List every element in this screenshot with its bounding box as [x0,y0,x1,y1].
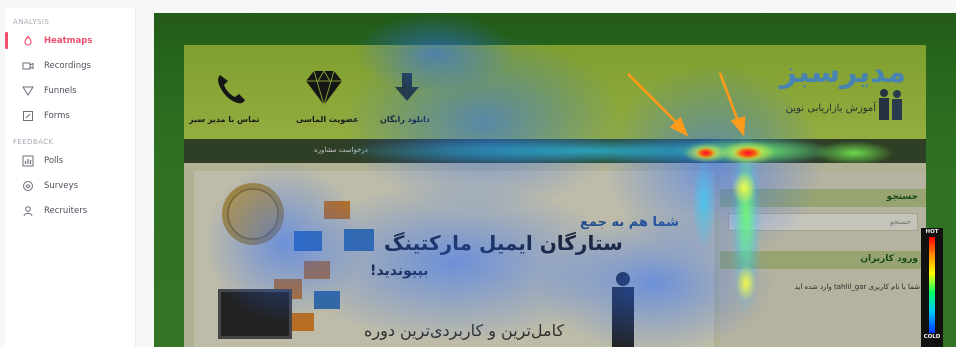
person-image [612,272,634,347]
sidebar-item-label: Heatmaps [44,35,93,46]
login-widget-header: ورود کاربران [720,251,926,269]
sidebar-item-label: Forms [44,110,70,121]
site-frame: مدیرسبز آموزش بازاریابی نوین تماس با مدی… [184,45,926,347]
people-icon [879,89,902,120]
sidebar-item-surveys[interactable]: Surveys [5,173,135,198]
laptop-image [218,289,292,339]
sidebar-item-funnels[interactable]: Funnels [5,78,135,103]
survey-icon [21,180,35,192]
sidebar-item-recordings[interactable]: Recordings [5,53,135,78]
heatmap-canvas[interactable]: مدیرسبز آموزش بازاریابی نوین تماس با مدی… [154,13,956,347]
section-label-feedback: FEEDBACK [13,138,54,146]
sidebar-item-forms[interactable]: Forms [5,103,135,128]
recording-icon [21,60,35,72]
sidebar-item-polls[interactable]: Polls [5,148,135,173]
site-sidebar: جستجو جستجو ورود کاربران شما با نام کارب… [720,171,926,347]
poll-icon [21,155,35,167]
website-screenshot: مدیرسبز آموزش بازاریابی نوین تماس با مدی… [154,13,956,347]
login-widget-title: ورود کاربران [860,254,918,264]
header-link-contact[interactable]: تماس با مدیر سبز [189,115,259,124]
promo-banner: شما هم به جمع ستارگان ایمیل مارکتینگ بپی… [194,171,714,347]
form-icon [21,110,35,122]
sidebar-item-label: Recordings [44,60,91,71]
header-link-download[interactable]: دانلود رایگان [380,115,430,124]
legend-gradient-bar [929,237,935,333]
login-status-text: شما با نام کاربری tahlil_gar وارد شده ای… [794,283,920,291]
site-header: مدیرسبز آموزش بازاریابی نوین تماس با مدی… [184,45,926,139]
section-label-analysis: ANALYSIS [13,18,50,26]
sidebar-item-recruiters[interactable]: Recruiters [5,198,135,223]
download-icon[interactable] [392,71,422,105]
diamond-icon[interactable] [302,69,346,107]
flame-icon [21,35,35,47]
legend-hot-label: HOT [925,229,939,235]
sidebar-item-label: Polls [44,155,64,166]
site-logo: مدیرسبز [779,55,906,90]
sidebar-item-label: Recruiters [44,205,88,216]
promo-line-3: بپیوندید! [370,263,429,279]
site-logo-subtitle: آموزش بازاریابی نوین [785,103,876,114]
site-search-input[interactable]: جستجو [728,213,918,231]
sidebar: ANALYSIS Heatmaps Recordings Funnels For… [5,8,136,347]
recruiter-icon [21,205,35,217]
promo-line-4: کامل‌ترین و کاربردی‌ترین دوره [364,321,565,340]
app-root: ANALYSIS Heatmaps Recordings Funnels For… [0,0,956,347]
search-widget-title: جستجو [886,192,918,202]
header-link-diamond[interactable]: عضویت الماسی [296,115,359,124]
legend-cold-label: COLD [923,334,941,340]
phone-icon[interactable] [212,71,248,107]
promo-line-1: شما هم به جمع [580,215,679,230]
sidebar-item-label: Surveys [44,180,78,191]
sidebar-item-label: Funnels [44,85,77,96]
search-widget-header: جستجو [720,189,926,207]
funnel-icon [21,85,35,97]
promo-line-2: ستارگان ایمیل مارکتینگ [384,231,623,255]
site-nav-bar: درخواست مشاوره [184,139,926,163]
sidebar-item-heatmaps[interactable]: Heatmaps [5,28,135,53]
heat-legend: HOT COLD [921,228,943,347]
nav-link-consult[interactable]: درخواست مشاوره [314,146,368,154]
